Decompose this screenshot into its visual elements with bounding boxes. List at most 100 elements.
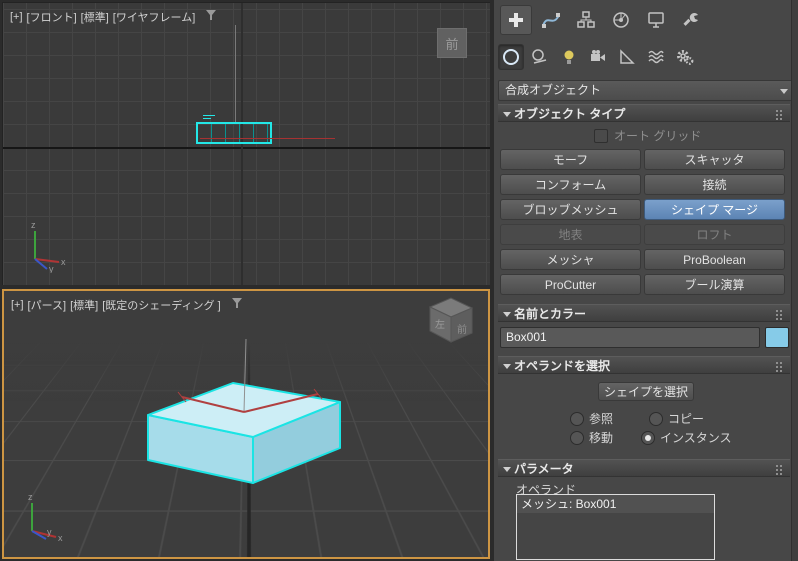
x-axis-red-line (200, 138, 335, 139)
filter-funnel-icon[interactable] (231, 298, 243, 312)
button-terrain: 地表 (500, 224, 641, 245)
object-category-dropdown[interactable]: 合成オブジェクト (498, 80, 796, 101)
tab-motion[interactable] (605, 5, 637, 35)
button-procutter[interactable]: ProCutter (500, 274, 641, 295)
rollout-grip-icon[interactable] (776, 465, 778, 467)
radio-copy[interactable]: コピー (649, 410, 704, 427)
radio-label: 移動 (589, 431, 614, 445)
geometry-icon (503, 49, 519, 65)
viewport-front-menu: [+] [フロント] [標準] [ワイヤフレーム] (10, 9, 217, 25)
tab-modify[interactable] (535, 5, 567, 35)
axis-tripod-icon: z x y (28, 492, 63, 543)
clone-method-row2: 移動 インスタンス (570, 429, 732, 446)
viewport-front[interactable]: [+] [フロント] [標準] [ワイヤフレーム] 前 z x y (2, 2, 492, 287)
viewport-persp-menu: [+] [パース] [標準] [既定のシェーディング ] (11, 297, 243, 313)
category-cameras[interactable] (585, 44, 611, 70)
pick-shape-button[interactable]: シェイプを選択 (598, 382, 694, 401)
viewport-menu-plus[interactable]: [+] (11, 299, 24, 311)
viewport-menu-view[interactable]: [パース] (28, 297, 67, 313)
svg-text:z: z (31, 220, 36, 230)
viewcube-front-label[interactable]: 前 (445, 34, 458, 53)
rollout-name-color[interactable]: 名前とカラー (498, 304, 790, 322)
rollout-grip-icon[interactable] (776, 362, 778, 364)
tab-hierarchy[interactable] (570, 5, 602, 35)
button-shapemerge[interactable]: シェイプ マージ (644, 199, 785, 220)
object-name-input[interactable]: Box001 (500, 327, 760, 348)
box-wireframe[interactable] (196, 122, 272, 144)
button-connect[interactable]: 接続 (644, 174, 785, 195)
tab-utilities[interactable] (675, 5, 707, 35)
box-wireframe-tick (203, 118, 211, 119)
viewport-menu-standard[interactable]: [標準] (70, 297, 98, 313)
rollout-title: パラメータ (514, 462, 574, 476)
rollout-arrow-icon (503, 467, 511, 472)
button-morph[interactable]: モーフ (500, 149, 641, 170)
svg-text:y: y (47, 527, 52, 537)
front-z-axis-line (235, 25, 236, 123)
button-scatter[interactable]: スキャッタ (644, 149, 785, 170)
chevron-down-icon (780, 89, 788, 94)
lights-icon (564, 50, 574, 64)
rollout-title: オペランドを選択 (514, 359, 611, 373)
rollout-pick-operand[interactable]: オペランドを選択 (498, 356, 790, 374)
radio-dot-icon (641, 430, 656, 445)
viewport-menu-shading[interactable]: [ワイヤフレーム] (113, 9, 195, 25)
tab-display[interactable] (640, 5, 672, 35)
helpers-icon (620, 49, 635, 64)
systems-icon (677, 50, 694, 65)
autogrid-checkbox[interactable] (594, 128, 608, 143)
front-grid-x-axis (3, 147, 491, 149)
tab-create[interactable] (500, 5, 532, 35)
radio-reference[interactable]: 参照 (570, 410, 613, 427)
shapes-icon (532, 49, 547, 64)
category-systems[interactable] (672, 44, 698, 70)
box-wireframe-tick (203, 115, 215, 116)
radio-label: コピー (668, 412, 705, 426)
viewport-perspective[interactable]: 左 前 [+] [パース] [標準] [既定のシェーディング ] z x y (2, 289, 490, 559)
rollout-arrow-icon (503, 312, 511, 317)
button-proboolean[interactable]: ProBoolean (644, 249, 785, 270)
svg-text:y: y (49, 264, 54, 273)
viewport-menu-plus[interactable]: [+] (10, 11, 23, 23)
button-conform[interactable]: コンフォーム (500, 174, 641, 195)
hierarchy-icon (577, 11, 595, 28)
category-lights[interactable] (556, 44, 582, 70)
display-icon (648, 12, 664, 28)
autogrid-row: オート グリッド (594, 127, 701, 144)
button-mesher[interactable]: メッシャ (500, 249, 641, 270)
utilities-icon (683, 12, 698, 26)
viewport-menu-view[interactable]: [フロント] (27, 9, 77, 25)
radio-move[interactable]: 移動 (570, 429, 613, 446)
rollout-arrow-icon (503, 364, 511, 369)
radio-dot-icon (570, 430, 584, 445)
axis-tripod-icon: z x y (31, 220, 66, 273)
rollout-grip-icon[interactable] (776, 310, 778, 312)
clone-method-row1: 参照 コピー (570, 410, 704, 427)
rollout-parameters[interactable]: パラメータ (498, 459, 790, 477)
button-loft: ロフト (644, 224, 785, 245)
category-helpers[interactable] (614, 44, 640, 70)
operands-listbox[interactable]: メッシュ: Box001 (516, 494, 715, 560)
viewcube[interactable]: 左 前 (424, 295, 478, 347)
viewport-menu-standard[interactable]: [標準] (81, 9, 109, 25)
category-geometry[interactable] (498, 44, 524, 70)
object-color-swatch[interactable] (765, 327, 789, 348)
radio-instance[interactable]: インスタンス (641, 429, 732, 446)
rollout-title: オブジェクト タイプ (514, 107, 626, 121)
rollout-object-type[interactable]: オブジェクト タイプ (498, 104, 790, 122)
viewport-splitter-horizontal[interactable] (0, 285, 490, 289)
dropdown-value: 合成オブジェクト (505, 83, 602, 97)
category-shapes[interactable] (527, 44, 553, 70)
autogrid-label: オート グリッド (614, 129, 702, 143)
box-shaded[interactable] (4, 291, 488, 557)
category-space-warps[interactable] (643, 44, 669, 70)
filter-funnel-icon[interactable] (205, 10, 217, 24)
panel-scrollbar[interactable] (791, 0, 798, 561)
button-blobmesh[interactable]: ブロッブメッシュ (500, 199, 641, 220)
list-item[interactable]: メッシュ: Box001 (517, 495, 714, 513)
panel-tabs (500, 5, 707, 35)
rollout-grip-icon[interactable] (776, 110, 778, 112)
viewcube[interactable]: 前 (437, 28, 467, 58)
button-boolean[interactable]: ブール演算 (644, 274, 785, 295)
viewport-menu-shading[interactable]: [既定のシェーディング ] (102, 297, 220, 313)
